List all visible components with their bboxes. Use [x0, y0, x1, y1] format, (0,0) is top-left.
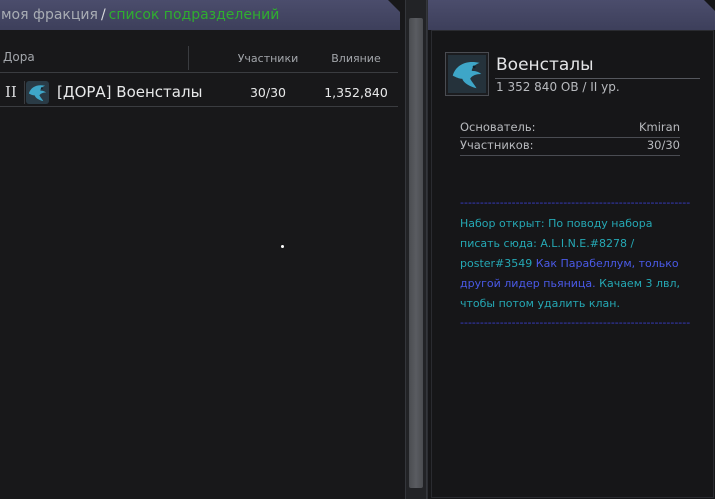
- scrollbar[interactable]: [405, 0, 427, 499]
- eagle-emblem-icon: [26, 81, 49, 104]
- clan-emblem: [445, 52, 489, 96]
- clan-details-panel: Военсталы 1 352 840 ОВ / II ур. Основате…: [427, 0, 715, 499]
- divider: [495, 78, 700, 79]
- description-line: писать сюда: A.L.I.N.E.#8278 /: [460, 237, 635, 250]
- row-clan-name: [ДОРА] Военсталы: [57, 83, 203, 101]
- breadcrumb-my-faction[interactable]: моя фракция: [1, 7, 98, 23]
- details-header: [428, 0, 715, 30]
- breadcrumb-separator: /: [100, 7, 106, 23]
- breadcrumb-current: список подразделений: [108, 7, 280, 23]
- description-separator: ----------------------------------------…: [460, 196, 691, 209]
- row-members: 30/30: [249, 85, 287, 100]
- description-line: чтобы потом удалить клан.: [460, 297, 620, 310]
- description-fragment: poster#3549: [460, 257, 536, 270]
- column-divider: [188, 46, 189, 70]
- row-divider: [24, 81, 25, 104]
- description-line: poster#3549 Как Парабеллум, только: [460, 257, 679, 271]
- founder-value[interactable]: Kmiran: [639, 120, 680, 134]
- column-header-members[interactable]: Участники: [230, 52, 306, 65]
- column-header-influence[interactable]: Влияние: [318, 52, 394, 65]
- description-fragment: Как Парабеллум, только: [535, 257, 679, 270]
- table-header: Дора Участники Влияние: [0, 46, 398, 73]
- description-fragment: другой лидер пьяница.: [460, 277, 600, 290]
- subdivision-list-panel: моя фракция / список подразделений Дора Уч…: [0, 0, 405, 499]
- cursor-dot: [281, 245, 284, 248]
- scrollbar-thumb[interactable]: [409, 18, 423, 488]
- eagle-emblem-icon: [448, 55, 486, 93]
- clan-name: Военсталы: [496, 55, 594, 75]
- founder-row: Основатель: Kmiran: [460, 119, 680, 138]
- row-rank: II: [5, 83, 17, 101]
- table-row[interactable]: II [ДОРА] Военсталы 30/30 1,352,840: [0, 79, 398, 107]
- column-header-name[interactable]: Дора: [3, 50, 35, 64]
- breadcrumb: моя фракция / список подразделений: [1, 7, 279, 23]
- description-line: Набор открыт: По поводу набора: [460, 217, 653, 230]
- description-fragment: Качаем 3 лвл,: [599, 277, 681, 290]
- row-influence: 1,352,840: [324, 85, 388, 100]
- members-row: Участников: 30/30: [460, 137, 680, 156]
- members-value: 30/30: [646, 138, 680, 152]
- description-separator: ----------------------------------------…: [460, 316, 691, 329]
- members-label: Участников:: [460, 138, 534, 152]
- description-line: другой лидер пьяница. Качаем 3 лвл,: [460, 277, 680, 291]
- clan-influence-level: 1 352 840 ОВ / II ур.: [496, 80, 620, 94]
- founder-label: Основатель:: [460, 120, 536, 134]
